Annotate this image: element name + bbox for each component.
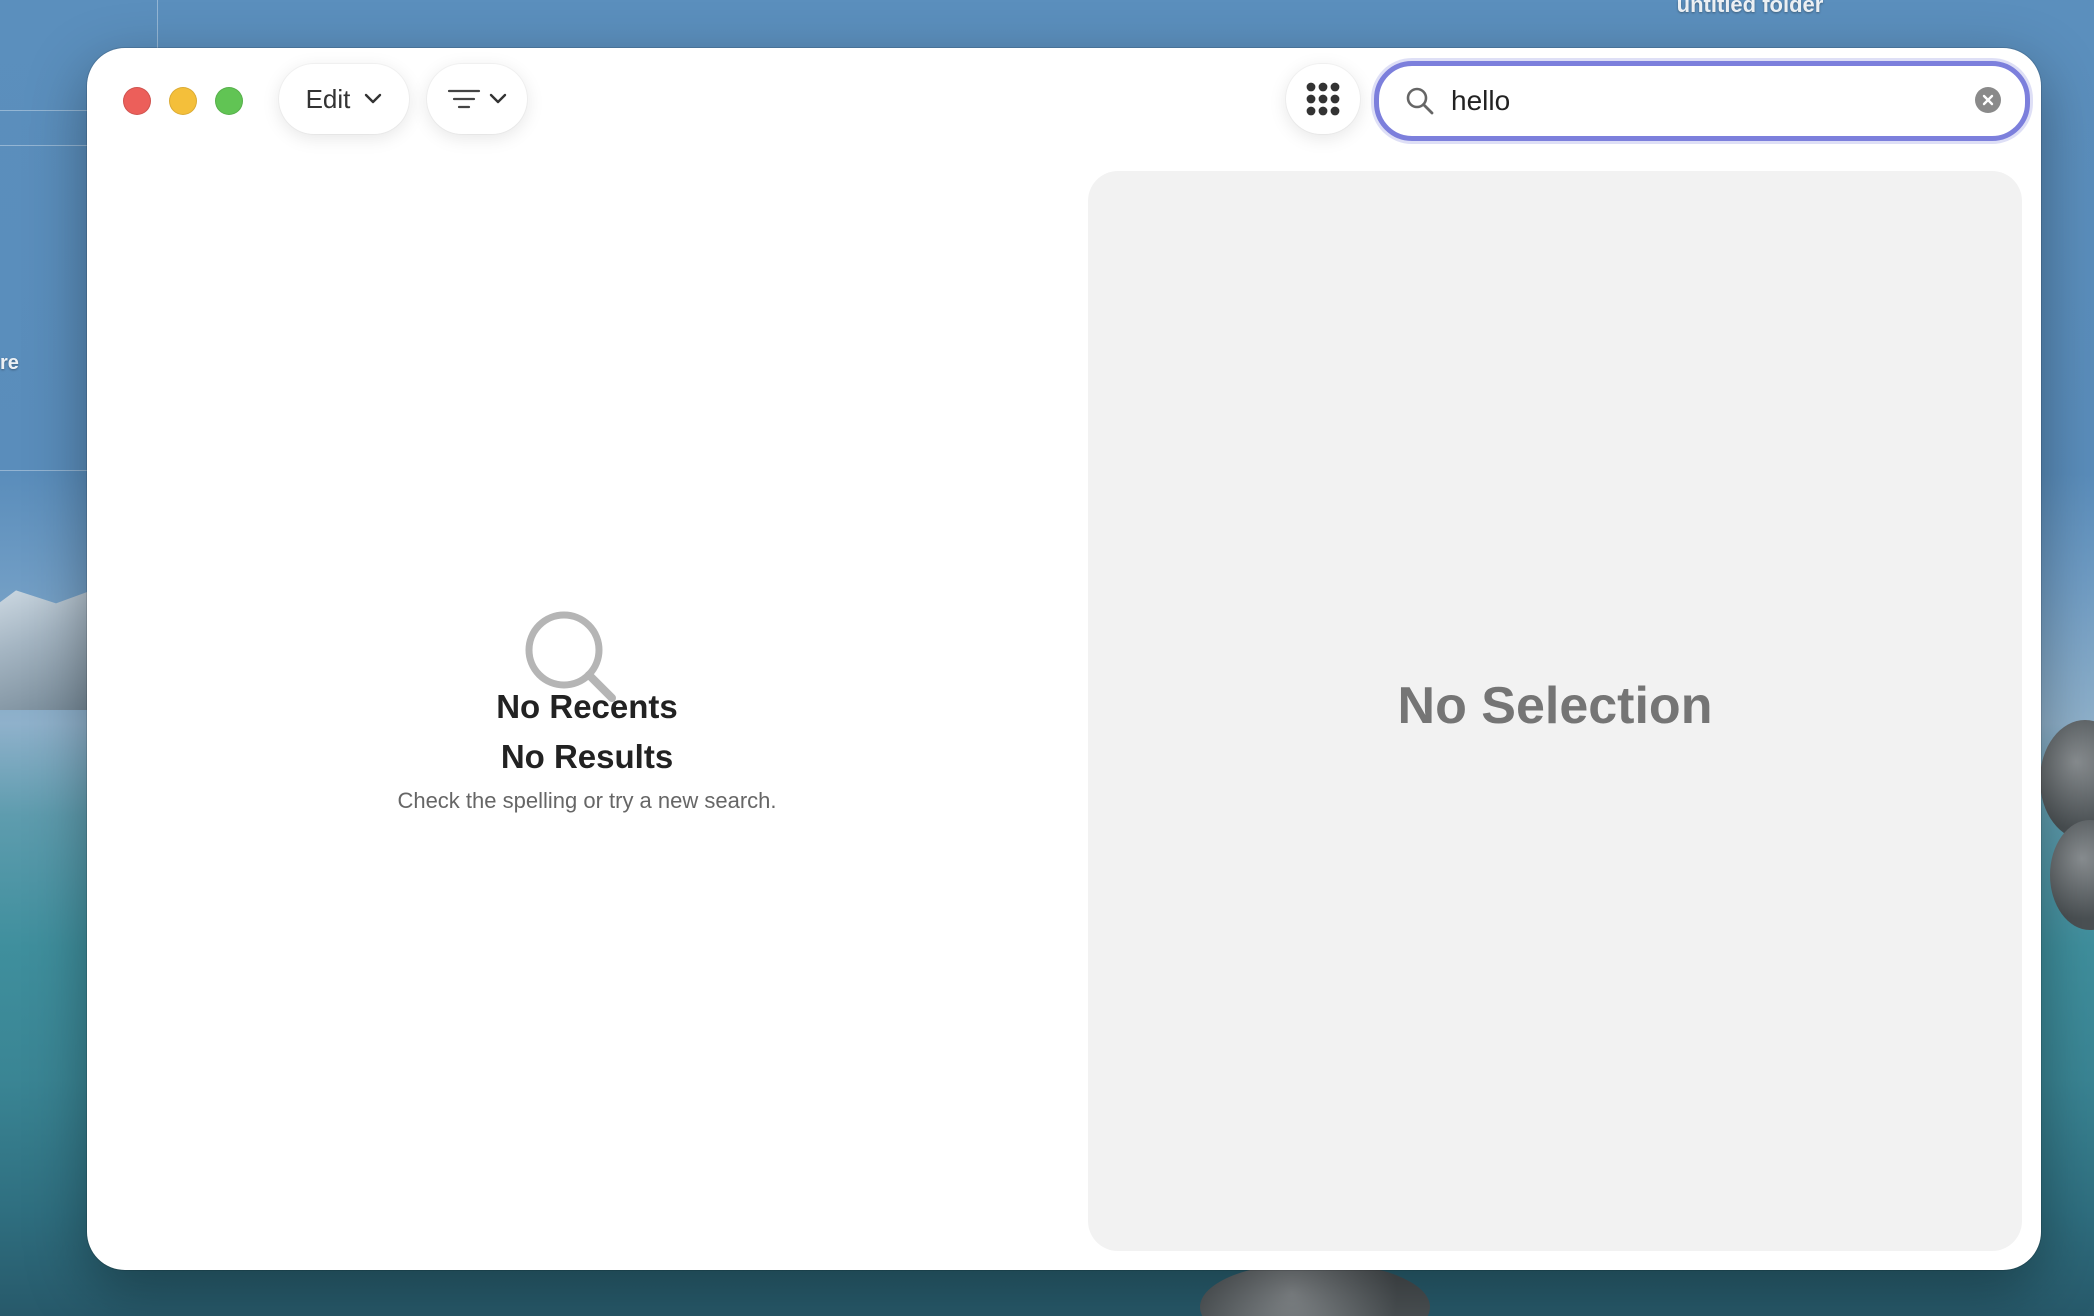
app-grid-button[interactable]	[1286, 64, 1360, 134]
results-title: No Results	[500, 738, 674, 775]
chevron-down-icon	[489, 93, 507, 104]
search-hint: Check the spelling or try a new search.	[397, 788, 777, 813]
edit-menu-label: Edit	[305, 83, 351, 114]
search-input[interactable]	[1449, 84, 1953, 118]
search-field[interactable]	[1374, 61, 2030, 141]
desktop-divider	[0, 145, 90, 146]
desktop-divider	[0, 470, 90, 471]
edit-menu-button[interactable]: Edit	[279, 64, 409, 134]
close-window-button[interactable]	[123, 87, 151, 115]
grid-dots-icon	[1306, 82, 1340, 116]
detail-pane: No Selection	[1088, 171, 2022, 1251]
lines-filter-icon	[447, 89, 481, 109]
desktop-rock	[1200, 1262, 1430, 1316]
desktop-side-label: re	[0, 352, 19, 374]
search-icon	[1406, 87, 1434, 115]
zoom-window-button[interactable]	[215, 87, 243, 115]
desktop-background: untitled folder re Edit hello No Recents…	[0, 0, 2094, 1316]
desktop-divider	[0, 110, 90, 111]
clear-icon[interactable]	[1975, 87, 2001, 113]
desktop-folder-label[interactable]: untitled folder	[1600, 0, 1900, 18]
x-mark-icon	[1982, 94, 1994, 106]
minimize-window-button[interactable]	[169, 87, 197, 115]
sort-menu-button[interactable]	[427, 64, 527, 134]
no-selection-label: No Selection	[1397, 677, 1713, 735]
chevron-down-icon	[365, 93, 382, 104]
desktop-rock	[2050, 820, 2094, 930]
app-window: Edit hello No Recents No Results Check t…	[87, 48, 2041, 1270]
empty-title: No Recents	[496, 688, 678, 725]
